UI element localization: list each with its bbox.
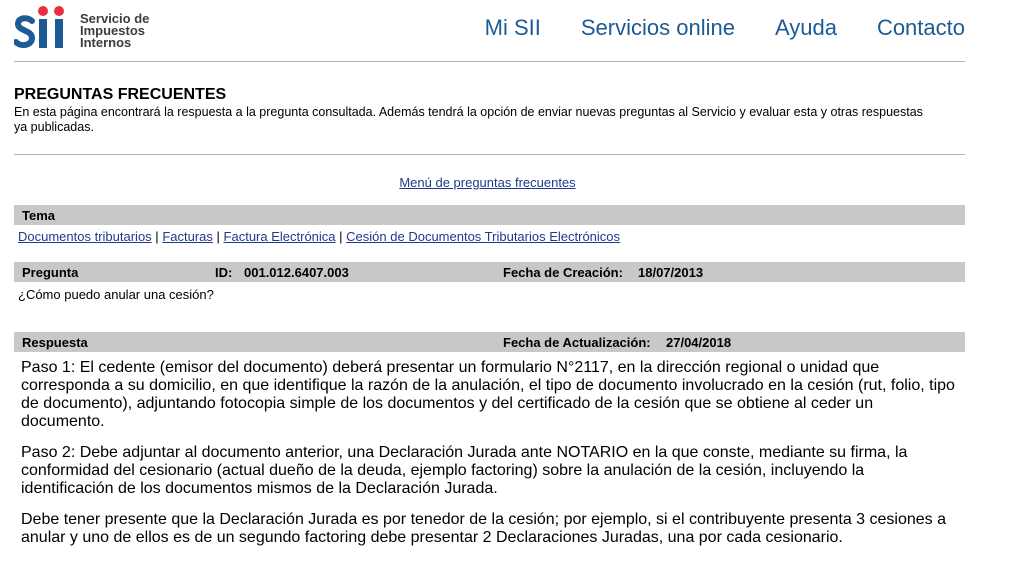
breadcrumb: Documentos tributarios | Facturas | Fact… xyxy=(18,229,620,244)
updated-date-value: 27/04/2018 xyxy=(666,335,732,350)
page-title: PREGUNTAS FRECUENTES xyxy=(14,86,227,103)
breadcrumb-separator: | xyxy=(216,229,220,244)
question-text: ¿Cómo puedo anular una cesión? xyxy=(18,287,214,302)
breadcrumb-separator: | xyxy=(339,229,343,244)
tema-label: Tema xyxy=(22,208,55,223)
answer-body: Paso 1: El cedente (emisor del documento… xyxy=(21,359,956,560)
pregunta-label: Pregunta xyxy=(22,265,79,280)
menu-link-container: Menú de preguntas frecuentes xyxy=(14,175,961,190)
tema-header-bar: Tema xyxy=(14,205,965,225)
respuesta-label: Respuesta xyxy=(22,335,88,350)
breadcrumb-facturas[interactable]: Facturas xyxy=(162,229,213,244)
nav-mi-sii[interactable]: Mi SII xyxy=(485,15,541,41)
faq-menu-link[interactable]: Menú de preguntas frecuentes xyxy=(399,175,575,190)
created-date-value: 18/07/2013 xyxy=(638,265,704,280)
answer-paragraph: Paso 2: Debe adjuntar al documento anter… xyxy=(21,444,908,497)
nav-ayuda[interactable]: Ayuda xyxy=(775,15,837,41)
intro-divider xyxy=(14,154,965,155)
answer-paragraph: Paso 1: El cedente (emisor del documento… xyxy=(21,359,955,430)
nav-servicios-online[interactable]: Servicios online xyxy=(581,15,735,41)
pregunta-header-bar: Pregunta ID: 001.012.6407.003 Fecha de C… xyxy=(14,262,965,282)
answer-paragraph: Debe tener presente que la Declaración J… xyxy=(21,511,947,546)
top-nav: Mi SII Servicios online Ayuda Contacto xyxy=(485,15,965,41)
pregunta-id-label: ID: xyxy=(215,265,233,280)
breadcrumb-factura-electronica[interactable]: Factura Electrónica xyxy=(224,229,336,244)
respuesta-header-bar: Respuesta Fecha de Actualización: 27/04/… xyxy=(14,332,965,352)
logo-line: Internos xyxy=(80,35,132,50)
created-date-label: Fecha de Creación: xyxy=(503,265,623,280)
page-intro: En esta página encontrará la respuesta a… xyxy=(14,105,923,134)
pregunta-id-value: 001.012.6407.003 xyxy=(244,265,349,280)
breadcrumb-cesion-documentos[interactable]: Cesión de Documentos Tributarios Electró… xyxy=(346,229,620,244)
sii-logo[interactable]: Servicio de Impuestos Internos xyxy=(14,4,164,52)
nav-contacto[interactable]: Contacto xyxy=(877,15,965,41)
breadcrumb-separator: | xyxy=(155,229,159,244)
breadcrumb-documentos-tributarios[interactable]: Documentos tributarios xyxy=(18,229,152,244)
logo-text: Servicio de Impuestos Internos xyxy=(80,12,149,50)
header-divider xyxy=(14,61,965,62)
updated-date-label: Fecha de Actualización: xyxy=(503,335,651,350)
sii-logo-mark xyxy=(14,6,64,49)
